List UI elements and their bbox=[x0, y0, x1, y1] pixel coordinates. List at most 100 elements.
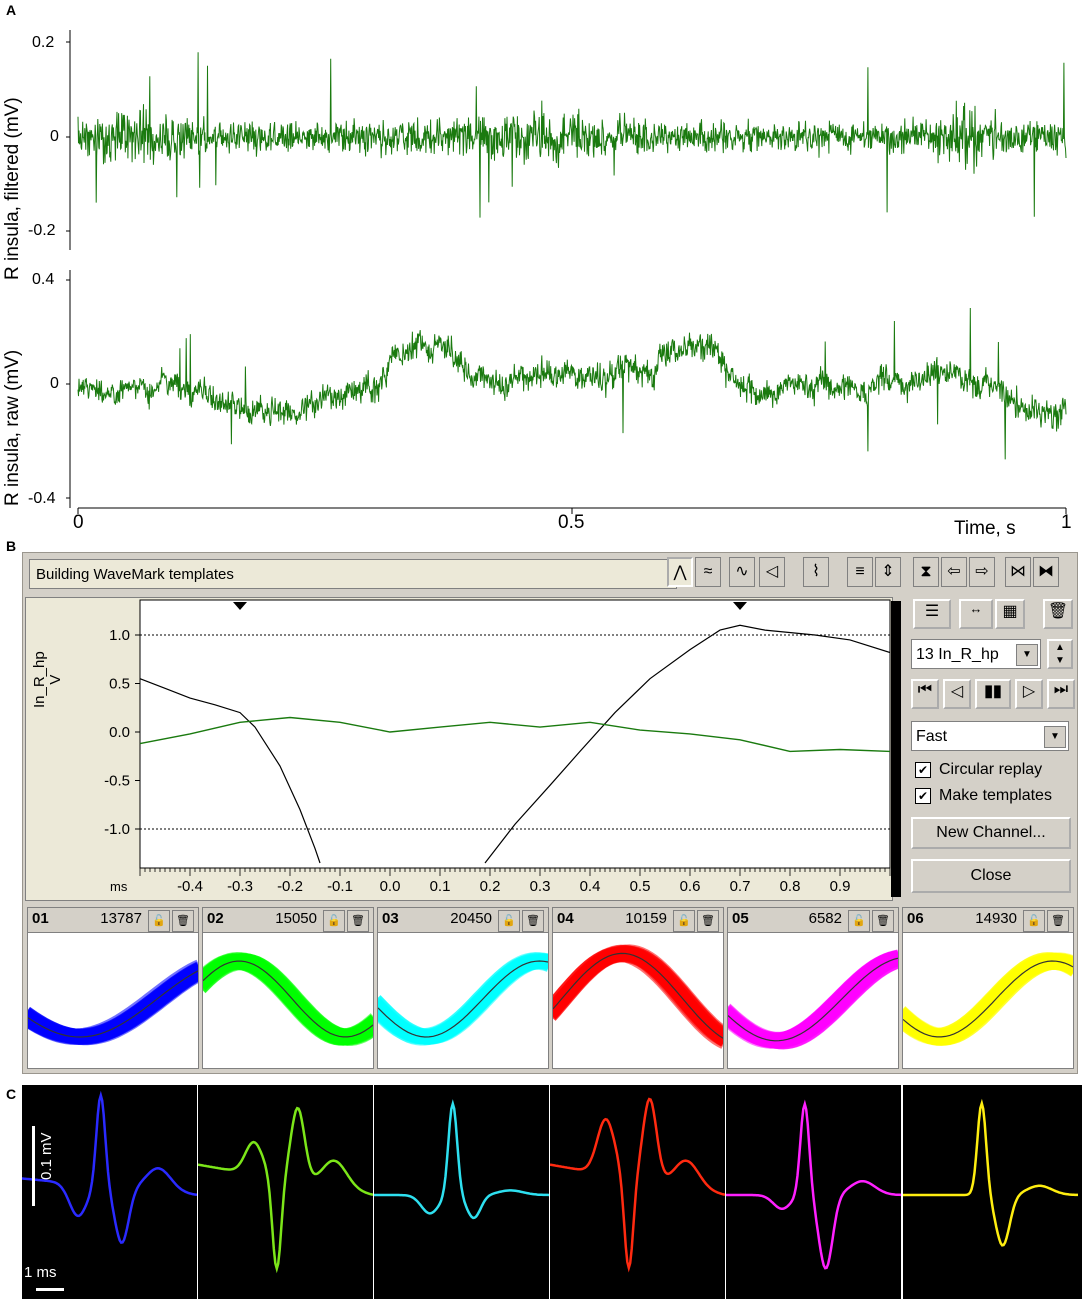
average-waveform-panel bbox=[197, 1085, 374, 1299]
plot-xtick-6: 0.2 bbox=[480, 878, 501, 895]
chevron-down-icon[interactable]: ▼ bbox=[1016, 644, 1038, 666]
plot-ytick-3: -0.5 bbox=[104, 773, 130, 790]
plot-xtick-10: 0.6 bbox=[680, 878, 701, 895]
template-tile-04[interactable]: 04 10159 🔓 🗑 bbox=[552, 907, 724, 1069]
template-id: 03 bbox=[382, 910, 399, 927]
expand-vertical-icon[interactable]: ⇕ bbox=[875, 557, 901, 587]
trash-icon[interactable]: 🗑 bbox=[1043, 599, 1073, 629]
average-waveform-plot bbox=[549, 1097, 726, 1273]
plot-xunit: ms bbox=[110, 879, 128, 894]
lines-icon[interactable]: ☰ bbox=[913, 599, 951, 629]
template-count: 10159 bbox=[625, 910, 667, 927]
speaker-icon[interactable]: ◁ bbox=[759, 557, 785, 587]
trace-icon[interactable]: ⌇ bbox=[803, 557, 829, 587]
template-id: 06 bbox=[907, 910, 924, 927]
plot-scrollbar[interactable] bbox=[891, 601, 901, 897]
template-waveforms bbox=[203, 952, 373, 1046]
template-tile-01[interactable]: 01 13787 🔓 🗑 bbox=[27, 907, 199, 1069]
x-tick-1: 0.5 bbox=[558, 512, 585, 533]
lock-icon[interactable]: 🔓 bbox=[498, 910, 520, 932]
lock-icon[interactable]: 🔓 bbox=[148, 910, 170, 932]
template-header: 04 10159 🔓 🗑 bbox=[553, 908, 723, 933]
channel-select-value: 13 In_R_hp bbox=[916, 646, 999, 663]
contract-horizontal-icon[interactable]: ⧓ bbox=[1033, 557, 1059, 587]
lock-icon[interactable]: 🔓 bbox=[323, 910, 345, 932]
pause-icon[interactable]: ▮▮ bbox=[975, 679, 1011, 709]
trash-icon[interactable]: 🗑 bbox=[522, 910, 544, 932]
trash-icon[interactable]: 🗑 bbox=[172, 910, 194, 932]
average-waveform-panel bbox=[903, 1085, 1082, 1299]
width-icon[interactable]: ↔ bbox=[959, 599, 993, 629]
plot-xtick-1: -0.3 bbox=[227, 878, 253, 895]
spinner-icon[interactable]: ▲ ▼ bbox=[1047, 639, 1073, 669]
overlay-icon[interactable]: ≈ bbox=[695, 557, 721, 587]
arrow-left-icon[interactable]: ⇦ bbox=[941, 557, 967, 587]
template-tile-02[interactable]: 02 15050 🔓 🗑 bbox=[202, 907, 374, 1069]
x-axis-label: Time, s bbox=[954, 518, 1016, 539]
panel-label-b: B bbox=[6, 538, 17, 554]
plot-xtick-0: -0.4 bbox=[177, 878, 203, 895]
template-id: 02 bbox=[207, 910, 224, 927]
trash-icon[interactable]: 🗑 bbox=[347, 910, 369, 932]
contract-vertical-icon[interactable]: ⧗ bbox=[913, 557, 939, 587]
lock-icon[interactable]: 🔓 bbox=[1023, 910, 1045, 932]
make-templates-checkbox[interactable]: ✔ Make templates bbox=[915, 787, 1052, 805]
new-channel-button[interactable]: New Channel... bbox=[911, 817, 1071, 849]
template-count: 20450 bbox=[450, 910, 492, 927]
plot-xtick-11: 0.7 bbox=[730, 878, 751, 895]
average-waveform-trace bbox=[549, 1097, 726, 1273]
template-tile-05[interactable]: 05 6582 🔓 🗑 bbox=[727, 907, 899, 1069]
check-icon: ✔ bbox=[915, 787, 931, 804]
check-icon: ✔ bbox=[915, 761, 931, 778]
voltage-scale-label: 0.1 mV bbox=[38, 1132, 55, 1180]
step-forward-icon[interactable]: ▷ bbox=[1015, 679, 1043, 709]
average-waveform-panel bbox=[549, 1085, 726, 1299]
plot-xtick-2: -0.2 bbox=[277, 878, 303, 895]
panel-label-c: C bbox=[6, 1086, 17, 1102]
plot-area bbox=[139, 599, 891, 869]
template-id: 04 bbox=[557, 910, 574, 927]
step-back-icon[interactable]: ◁ bbox=[943, 679, 971, 709]
template-id: 05 bbox=[732, 910, 749, 927]
lock-icon[interactable]: 🔓 bbox=[673, 910, 695, 932]
average-waveform-plot bbox=[726, 1099, 902, 1270]
plot-ytick-0: 1.0 bbox=[109, 627, 130, 644]
wave-icon[interactable]: ∿ bbox=[729, 557, 755, 587]
average-waveform-trace bbox=[903, 1098, 1078, 1247]
trash-icon[interactable]: 🗑 bbox=[697, 910, 719, 932]
make-templates-label: Make templates bbox=[939, 787, 1052, 804]
status-text: Building WaveMark templates bbox=[29, 559, 677, 589]
arrow-right-icon[interactable]: ⇨ bbox=[969, 557, 995, 587]
trash-icon[interactable]: 🗑 bbox=[872, 910, 894, 932]
template-plot-window: In_R_hp V 1.0 0.5 0.0 -0.5 -1.0 -0.4 -0.3 -0.2-… bbox=[25, 597, 893, 901]
calculator-icon[interactable]: ▦ bbox=[995, 599, 1025, 629]
average-waveform-trace bbox=[726, 1099, 902, 1270]
spike-shape-icon[interactable]: ⋀ bbox=[667, 557, 693, 587]
close-button[interactable]: Close bbox=[911, 859, 1071, 893]
template-tile-06[interactable]: 06 14930 🔓 🗑 bbox=[902, 907, 1074, 1069]
voltage-scale-bar bbox=[32, 1126, 35, 1206]
skip-end-icon[interactable]: ⏭ bbox=[1047, 679, 1075, 709]
time-scale-label: 1 ms bbox=[24, 1264, 57, 1281]
template-count: 14930 bbox=[975, 910, 1017, 927]
template-waveform bbox=[378, 959, 548, 1043]
template-waveforms bbox=[378, 952, 548, 1046]
align-icon[interactable]: ≡ bbox=[847, 557, 873, 587]
average-waveform-panel bbox=[726, 1085, 902, 1299]
skip-start-icon[interactable]: ⏮ bbox=[911, 679, 939, 709]
template-header: 05 6582 🔓 🗑 bbox=[728, 908, 898, 933]
filtered-trace bbox=[77, 52, 1067, 218]
trash-icon[interactable]: 🗑 bbox=[1047, 910, 1069, 932]
template-waveforms bbox=[28, 959, 198, 1046]
plot-xtick-9: 0.5 bbox=[630, 878, 651, 895]
lock-icon[interactable]: 🔓 bbox=[848, 910, 870, 932]
chevron-down-icon[interactable]: ▼ bbox=[1044, 726, 1066, 748]
plot-ytick-4: -1.0 bbox=[104, 821, 130, 838]
channel-select[interactable]: 13 In_R_hp ▼ bbox=[911, 639, 1041, 669]
circular-replay-checkbox[interactable]: ✔ Circular replay bbox=[915, 761, 1042, 779]
expand-horizontal-icon[interactable]: ⋈ bbox=[1005, 557, 1031, 587]
template-tile-03[interactable]: 03 20450 🔓 🗑 bbox=[377, 907, 549, 1069]
speed-select[interactable]: Fast ▼ bbox=[911, 721, 1069, 751]
wavemark-window: Building WaveMark templates ⋀ ≈ ∿ ◁ ⌇ ≡ … bbox=[22, 552, 1078, 1074]
x-tick-2: 1 bbox=[1061, 512, 1072, 533]
